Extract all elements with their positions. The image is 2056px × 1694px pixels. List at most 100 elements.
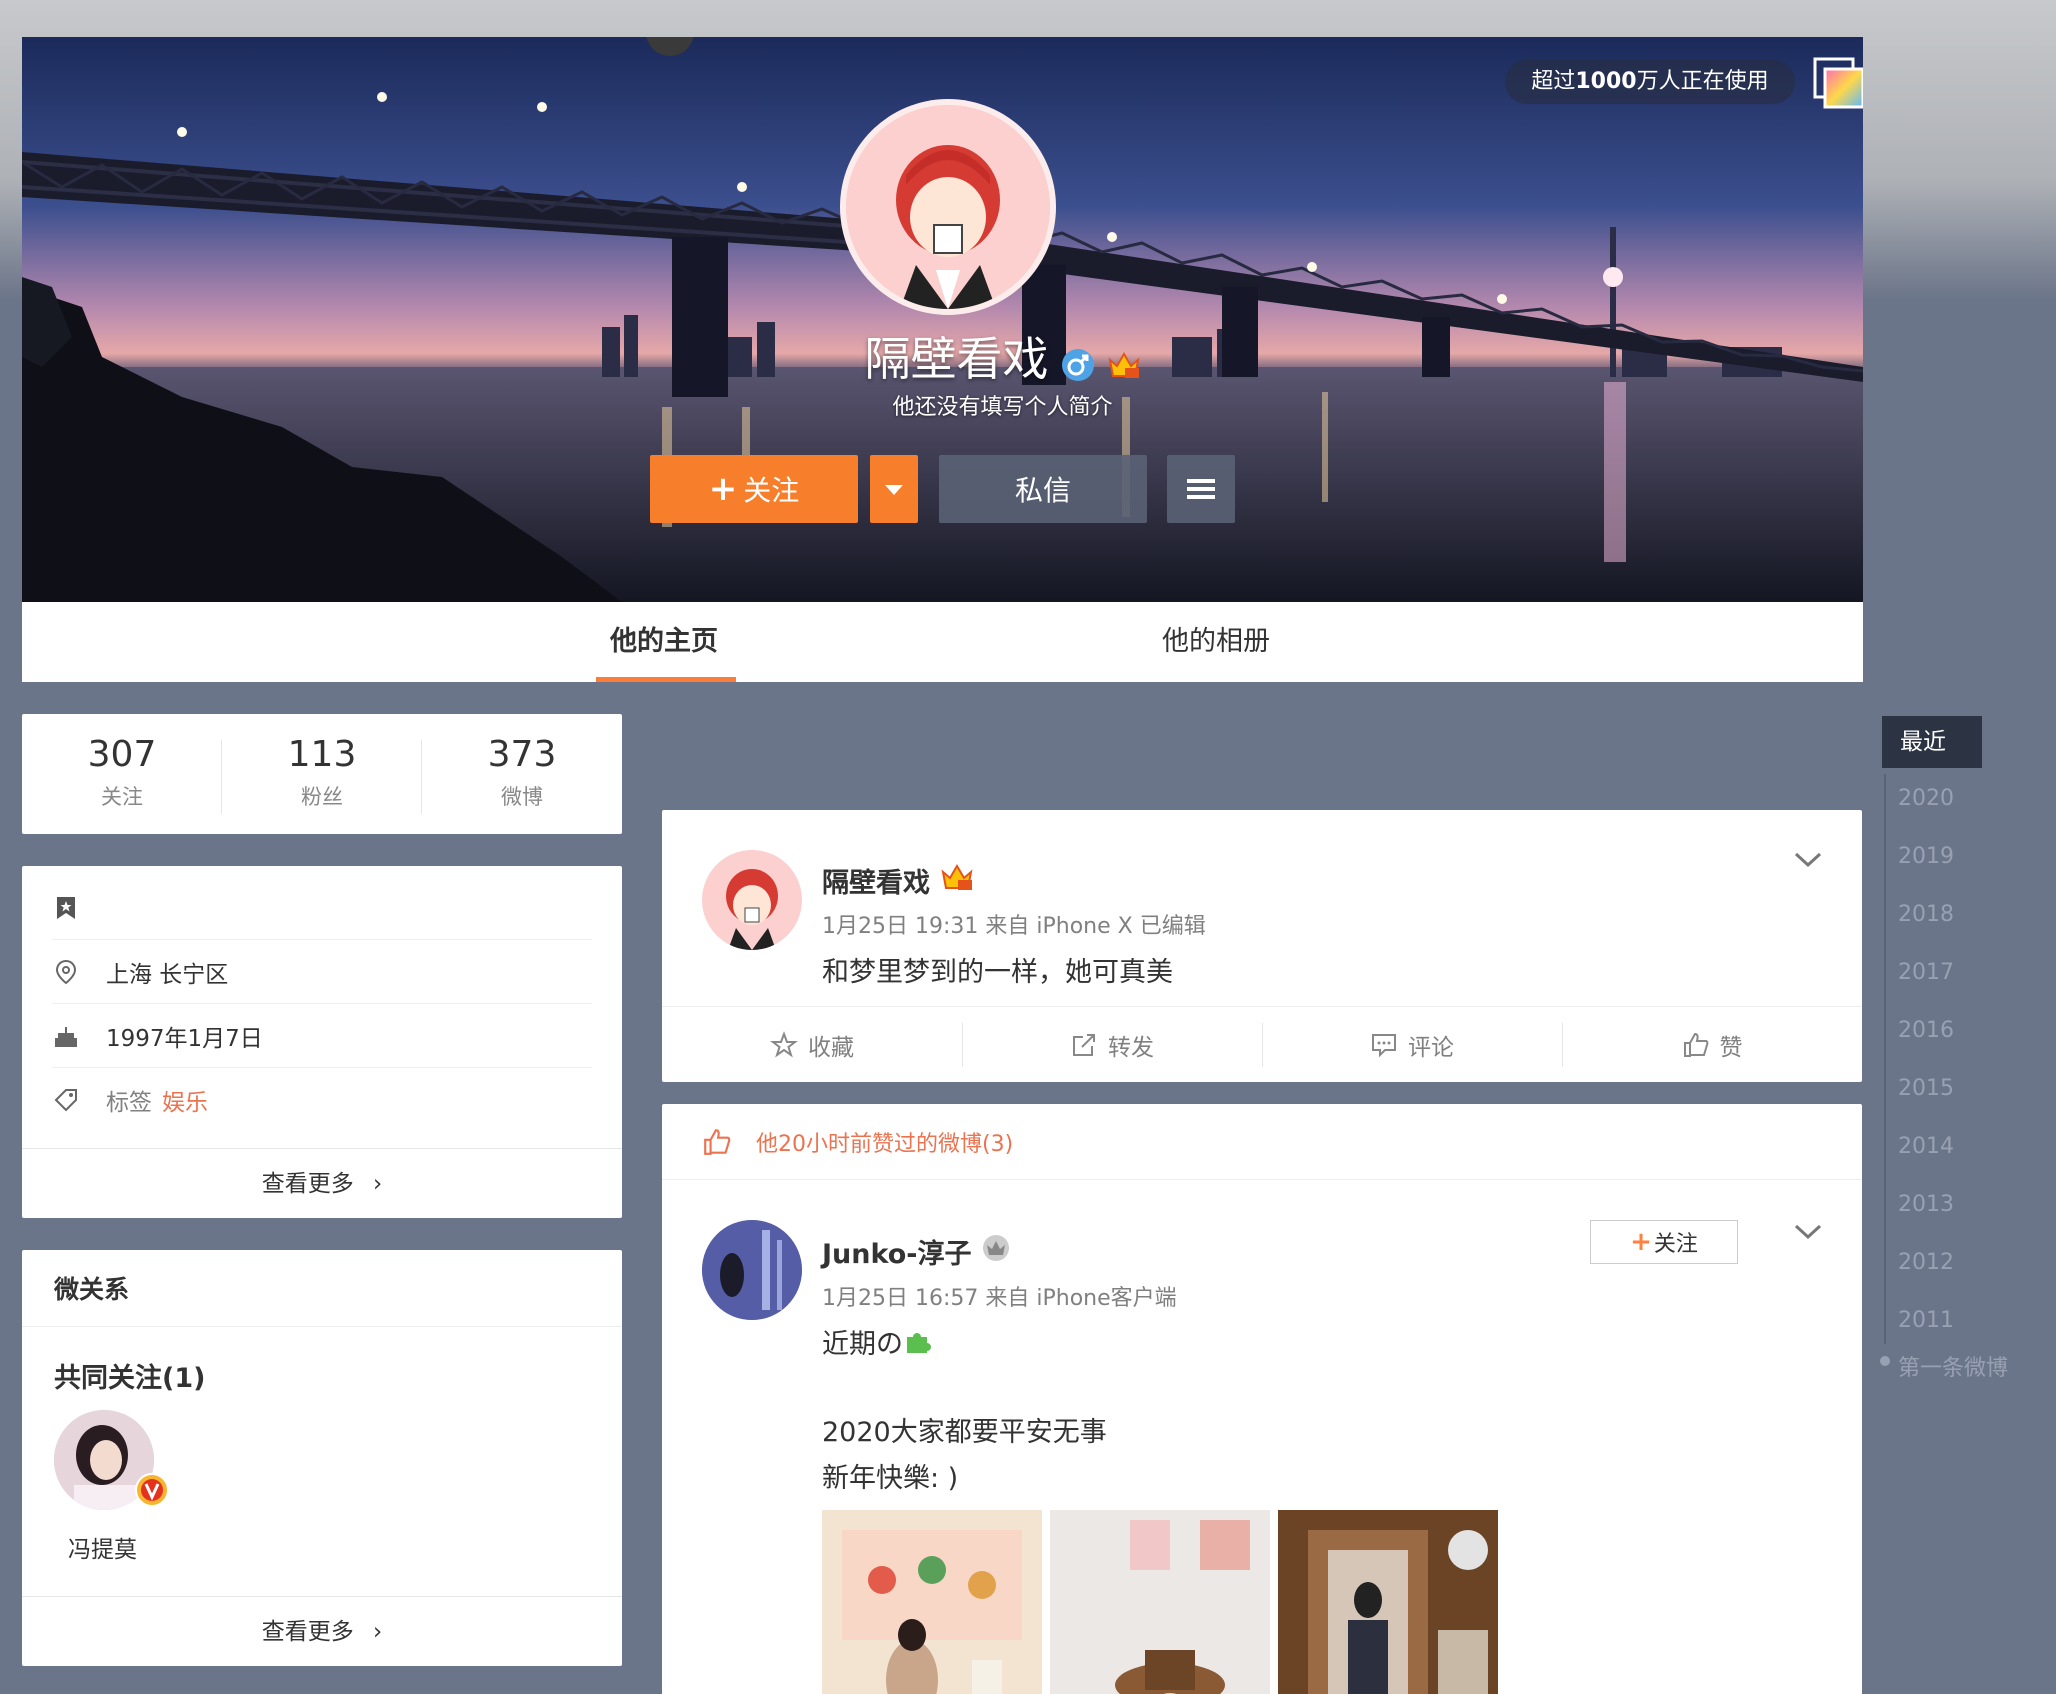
info-row-level [52, 876, 592, 940]
like-button[interactable]: 赞 [1562, 1007, 1862, 1082]
post-text-line: 近期の [822, 1322, 933, 1361]
timeline-year[interactable]: 2012 [1898, 1250, 1954, 1275]
divider [22, 1326, 622, 1327]
favorite-button[interactable]: 收藏 [662, 1007, 962, 1082]
star-icon [770, 1030, 798, 1058]
follow-author-button[interactable]: + 关注 [1590, 1220, 1738, 1264]
comment-button[interactable]: 评论 [1262, 1007, 1562, 1082]
post-author-name-row: 隔壁看戏 [822, 860, 974, 901]
follow-dropdown-button[interactable] [870, 455, 918, 523]
more-menu-button[interactable] [1167, 455, 1235, 523]
post-meta: 1月25日 16:57 来自 iPhone客户端 [822, 1286, 1177, 1311]
follow-button-label: 关注 [1653, 1232, 1698, 1257]
timeline-year[interactable]: 2018 [1898, 902, 1954, 927]
stat-label: 关注 [101, 785, 143, 809]
stat-label: 粉丝 [301, 785, 343, 809]
profile-avatar[interactable] [840, 99, 1056, 315]
puzzle-piece-emoji-icon [903, 1327, 933, 1357]
timeline-year[interactable]: 2016 [1898, 1018, 1954, 1043]
timeline-year[interactable]: 2013 [1898, 1192, 1954, 1217]
relations-title: 微关系 [54, 1275, 130, 1304]
tab-album[interactable]: 他的相册 [1162, 602, 1270, 682]
see-more-label: 查看更多 [261, 1619, 354, 1645]
thumbs-up-icon [704, 1128, 731, 1155]
location-pin-icon [52, 958, 80, 986]
timeline-line [1884, 774, 1886, 1344]
message-button[interactable]: 私信 [939, 455, 1147, 523]
skin-change-icon[interactable] [1813, 57, 1863, 109]
comment-label: 评论 [1408, 1034, 1454, 1061]
timeline-year[interactable]: 2015 [1898, 1076, 1954, 1101]
tag-icon [52, 1086, 80, 1114]
tag-link-entertainment[interactable]: 娱乐 [162, 1083, 208, 1117]
stat-following[interactable]: 307 关注 [22, 734, 222, 811]
location-text: 上海 长宁区 [106, 961, 229, 988]
thumbs-up-icon [1683, 1032, 1708, 1057]
profile-bio: 他还没有填写个人简介 [892, 395, 1113, 420]
post-text-line3: 新年快樂: ) [822, 1463, 959, 1494]
see-more-label: 查看更多 [261, 1171, 354, 1197]
profile-info-card: 上海 长宁区 1997年1月7日 标签 娱乐 查看更多 › [22, 866, 622, 1218]
grey-crown-icon[interactable] [981, 1233, 1011, 1270]
vip-crown-icon[interactable] [940, 860, 974, 901]
chevron-right-icon: › [373, 1171, 383, 1197]
follow-button-label: 关注 [743, 474, 800, 507]
stat-weibo[interactable]: 373 微博 [422, 734, 622, 811]
male-gender-icon [1061, 339, 1095, 381]
share-icon [1073, 1033, 1095, 1056]
post-author-avatar[interactable] [702, 1220, 802, 1320]
relations-see-more-link[interactable]: 查看更多 › [22, 1596, 622, 1666]
liked-notice[interactable]: 他20小时前赞过的微博(3) [662, 1104, 1862, 1180]
post-image-thumbnail[interactable] [1278, 1510, 1498, 1694]
timeline-year[interactable]: 2020 [1898, 786, 1954, 811]
timeline-first-post[interactable]: 第一条微博 [1898, 1350, 2008, 1382]
info-row-birthday: 1997年1月7日 [52, 1004, 592, 1068]
follow-button[interactable]: + 关注 [650, 455, 858, 523]
profile-name: 隔壁看戏 [864, 332, 1049, 386]
chevron-right-icon: › [373, 1619, 383, 1645]
post-author-avatar[interactable] [702, 850, 802, 950]
chevron-down-icon[interactable] [1792, 850, 1824, 870]
post-text-line1: 近期の [822, 1329, 903, 1360]
active-tab-indicator [596, 677, 736, 682]
chevron-down-icon[interactable] [1792, 1222, 1824, 1242]
verified-v-icon [134, 1472, 170, 1508]
mutual-follows-title: 共同关注(1) [54, 1363, 206, 1394]
timeline-year[interactable]: 2017 [1898, 960, 1954, 985]
stat-value: 307 [87, 734, 157, 775]
info-see-more-link[interactable]: 查看更多 › [22, 1148, 622, 1218]
repost-button[interactable]: 转发 [962, 1007, 1262, 1082]
timeline-item-recent[interactable]: 最近 [1882, 716, 1982, 768]
repost-label: 转发 [1108, 1034, 1154, 1061]
profile-tabs: 他的主页 他的相册 [22, 602, 1863, 682]
liked-notice-text: 他20小时前赞过的微博(3) [756, 1131, 1014, 1157]
stat-fans[interactable]: 113 粉丝 [222, 734, 422, 811]
info-row-tags: 标签 娱乐 [52, 1068, 592, 1132]
post-image-thumbnail[interactable] [1050, 1510, 1270, 1694]
vip-crown-icon[interactable] [1107, 339, 1141, 378]
stat-value: 373 [487, 734, 557, 775]
hamburger-icon [1187, 479, 1215, 499]
post-text-line2: 2020大家都要平安无事 [822, 1417, 1107, 1448]
post-meta: 1月25日 19:31 来自 iPhone X 已编辑 [822, 914, 1206, 939]
post-author-name[interactable]: 隔壁看戏 [822, 861, 930, 900]
timeline-dot [1880, 1356, 1890, 1366]
timeline-year[interactable]: 2019 [1898, 844, 1954, 869]
like-label: 赞 [1719, 1034, 1743, 1061]
profile-name-row: 隔壁看戏 [22, 323, 1863, 389]
post-image-thumbnail[interactable] [822, 1510, 1042, 1694]
bookmark-star-icon [52, 894, 80, 922]
post-text: 和梦里梦到的一样，她可真美 [822, 957, 1173, 988]
info-row-location: 上海 长宁区 [52, 940, 592, 1004]
post-author-name[interactable]: Junko-淳子 [822, 1232, 971, 1271]
birthday-cake-icon [52, 1022, 80, 1050]
timeline-nav: 最近 2020 2019 2018 2017 2016 2015 2014 20… [1880, 716, 2056, 1396]
timeline-year[interactable]: 2011 [1898, 1308, 1954, 1333]
mutual-user-name[interactable]: 冯提莫 [68, 1530, 137, 1564]
favorite-label: 收藏 [808, 1034, 854, 1061]
plus-icon: + [708, 469, 738, 509]
tab-home[interactable]: 他的主页 [610, 602, 718, 682]
stats-card: 307 关注 113 粉丝 373 微博 [22, 714, 622, 834]
caret-down-icon [885, 485, 903, 495]
timeline-year[interactable]: 2014 [1898, 1134, 1954, 1159]
